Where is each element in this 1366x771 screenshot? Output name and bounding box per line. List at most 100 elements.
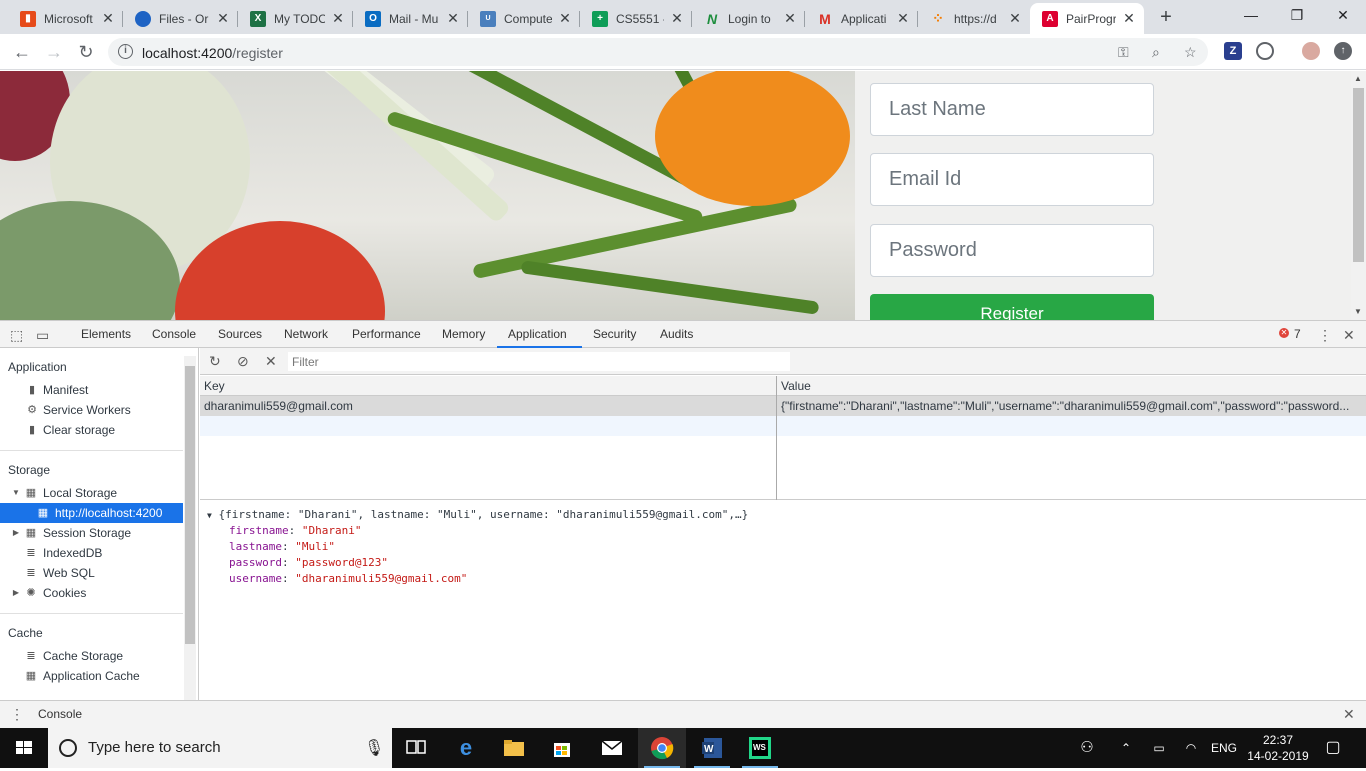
browser-tab[interactable]: O Mail - Mu ✕ <box>353 3 468 34</box>
address-bar[interactable]: i localhost:4200/register ⚿ ⌕ ☆ <box>108 38 1208 66</box>
clock[interactable]: 22:37 14-02-2019 <box>1244 728 1312 768</box>
close-icon[interactable]: ✕ <box>1008 10 1022 27</box>
value-column-header[interactable]: Value <box>777 376 1366 396</box>
browser-tab[interactable]: M Applicati ✕ <box>805 3 918 34</box>
close-icon[interactable]: ✕ <box>216 10 230 27</box>
scroll-down-icon[interactable]: ▼ <box>1354 307 1362 316</box>
chrome-icon[interactable] <box>638 728 686 768</box>
sidebar-item-web-sql[interactable]: ≣ Web SQL <box>0 563 183 583</box>
drawer-menu-icon[interactable]: ⋮ <box>10 706 24 723</box>
close-icon[interactable]: ✕ <box>446 10 460 27</box>
page-scrollbar[interactable]: ▲ ▼ <box>1351 71 1366 320</box>
info-icon[interactable]: i <box>118 44 133 59</box>
close-icon[interactable]: ✕ <box>670 10 684 27</box>
sidebar-item-local-storage[interactable]: ▼ ▦ Local Storage <box>0 483 183 503</box>
sidebar-scrollbar[interactable] <box>184 356 196 700</box>
preview-summary[interactable]: ▼ {firstname: "Dharani", lastname: "Muli… <box>207 507 748 524</box>
value-cell[interactable]: {"firstname":"Dharani","lastname":"Muli"… <box>777 396 1352 416</box>
drawer-tab-console[interactable]: Console <box>36 701 84 728</box>
browser-tab[interactable]: Files - Or ✕ <box>123 3 238 34</box>
zotero-extension-icon[interactable]: Z <box>1224 42 1242 60</box>
restore-icon[interactable]: ❐ <box>1274 0 1320 32</box>
microphone-icon[interactable]: 🎙 <box>364 738 384 758</box>
expand-down-icon[interactable]: ▼ <box>207 511 212 520</box>
new-tab-button[interactable]: + <box>1154 5 1178 29</box>
filter-input[interactable] <box>288 352 790 371</box>
browser-tab[interactable]: U Compute ✕ <box>468 3 580 34</box>
browser-tab[interactable]: N Login to ✕ <box>692 3 805 34</box>
task-view-icon[interactable] <box>392 728 440 768</box>
extension-icon[interactable] <box>1256 42 1274 60</box>
sidebar-item-cookies[interactable]: ▶ ✺ Cookies <box>0 583 183 603</box>
scroll-up-icon[interactable]: ▲ <box>1354 74 1362 83</box>
edge-icon[interactable]: e <box>442 728 490 768</box>
tab-audits[interactable]: Audits <box>658 321 695 348</box>
close-icon[interactable]: ✕ <box>331 10 345 27</box>
key-column-header[interactable]: Key <box>200 376 776 396</box>
email-input[interactable]: Email Id <box>870 153 1154 206</box>
webstorm-icon[interactable]: WS <box>736 728 784 768</box>
zoom-icon[interactable]: ⌕ <box>1152 44 1160 61</box>
sidebar-item-localhost-origin[interactable]: ▦ http://localhost:4200 <box>0 503 183 523</box>
error-icon[interactable]: ✕ <box>1279 328 1289 338</box>
register-button[interactable]: Register <box>870 294 1154 320</box>
sidebar-item-manifest[interactable]: ▮ Manifest <box>0 380 183 400</box>
close-icon[interactable]: ✕ <box>1122 10 1136 27</box>
sidebar-item-session-storage[interactable]: ▶ ▦ Session Storage <box>0 523 183 543</box>
minimize-icon[interactable]: — <box>1228 0 1274 32</box>
sidebar-item-clear-storage[interactable]: ▮ Clear storage <box>0 420 183 440</box>
window-close-icon[interactable]: ✕ <box>1320 0 1366 32</box>
error-count[interactable]: 7 <box>1292 321 1303 348</box>
language-indicator[interactable]: ENG <box>1208 728 1240 768</box>
taskbar-search-box[interactable]: Type here to search 🎙 <box>48 728 392 768</box>
tab-console[interactable]: Console <box>150 321 198 348</box>
browser-tab[interactable]: + CS5551 - ✕ <box>580 3 692 34</box>
device-toolbar-icon[interactable]: ▭ <box>36 327 49 344</box>
tab-application[interactable]: Application <box>497 321 582 348</box>
sidebar-item-service-workers[interactable]: ⚙ Service Workers <box>0 400 183 420</box>
table-row-empty[interactable] <box>200 416 1366 436</box>
tab-security[interactable]: Security <box>591 321 638 348</box>
bookmark-star-icon[interactable]: ☆ <box>1184 44 1197 61</box>
lastname-input[interactable]: Last Name <box>870 83 1154 136</box>
update-icon[interactable]: ↑ <box>1334 42 1352 60</box>
close-icon[interactable]: ✕ <box>896 10 910 27</box>
browser-tab[interactable]: ⁘ https://d ✕ <box>918 3 1030 34</box>
windows-start-button[interactable] <box>0 728 48 768</box>
avatar[interactable] <box>1302 42 1320 60</box>
browser-tab[interactable]: X My TODO ✕ <box>238 3 353 34</box>
password-input[interactable]: Password <box>870 224 1154 277</box>
chevron-up-icon[interactable]: ⌃ <box>1114 728 1138 768</box>
file-explorer-icon[interactable] <box>490 728 538 768</box>
wifi-icon[interactable]: ◠ <box>1180 728 1202 768</box>
scrollbar-thumb[interactable] <box>1353 88 1364 262</box>
mail-icon[interactable] <box>588 728 636 768</box>
tab-network[interactable]: Network <box>282 321 330 348</box>
sidebar-item-cache-storage[interactable]: ≣ Cache Storage <box>0 646 183 666</box>
tab-elements[interactable]: Elements <box>79 321 133 348</box>
word-icon[interactable]: W <box>688 728 736 768</box>
column-divider[interactable] <box>776 376 777 500</box>
people-icon[interactable]: ⚇ <box>1074 728 1100 768</box>
sidebar-item-application-cache[interactable]: ▦ Application Cache <box>0 666 183 686</box>
forward-arrow-icon[interactable]: → <box>42 40 66 64</box>
tab-memory[interactable]: Memory <box>440 321 487 348</box>
tab-performance[interactable]: Performance <box>350 321 423 348</box>
more-options-icon[interactable]: ⋮ <box>1318 327 1332 344</box>
browser-tab[interactable]: ▮ Microsoft ✕ <box>8 3 123 34</box>
close-devtools-icon[interactable]: ✕ <box>1343 327 1355 344</box>
scrollbar-thumb[interactable] <box>185 366 195 644</box>
store-icon[interactable] <box>538 728 586 768</box>
close-drawer-icon[interactable]: ✕ <box>1343 706 1355 723</box>
close-icon[interactable]: ✕ <box>101 10 115 27</box>
battery-icon[interactable]: ▭ <box>1148 728 1170 768</box>
key-icon[interactable]: ⚿ <box>1118 44 1129 61</box>
tab-sources[interactable]: Sources <box>216 321 264 348</box>
close-icon[interactable]: ✕ <box>558 10 572 27</box>
clear-all-icon[interactable]: ⊘ <box>237 353 249 370</box>
sidebar-item-indexeddb[interactable]: ≣ IndexedDB <box>0 543 183 563</box>
notification-icon[interactable]: ▢ <box>1320 728 1346 768</box>
table-row[interactable]: dharanimuli559@gmail.com {"firstname":"D… <box>200 396 1366 416</box>
reload-icon[interactable]: ↻ <box>74 40 98 64</box>
expand-down-icon[interactable]: ▼ <box>10 487 22 499</box>
